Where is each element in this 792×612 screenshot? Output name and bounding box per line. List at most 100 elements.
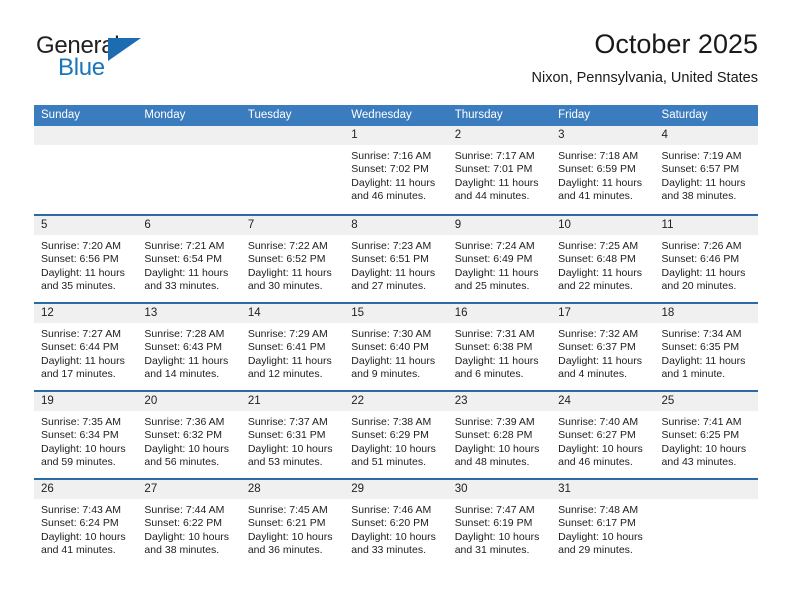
day-cell-9[interactable]: 9 Sunrise: 7:24 AM Sunset: 6:49 PM Daylight… xyxy=(447,216,552,302)
day-cell-30[interactable]: 30 Sunrise: 7:47 AM Sunset: 6:19 PM Dayligh… xyxy=(447,480,552,566)
day-cell-19[interactable]: 19 Sunrise: 7:35 AM Sunset: 6:34 PM Dayligh… xyxy=(34,392,138,478)
sunrise-text: Sunrise: 7:30 AM xyxy=(351,328,432,340)
daylight-text: Daylight: 10 hours and 51 minutes. xyxy=(351,442,436,469)
calendar-week-row: 19 Sunrise: 7:35 AM Sunset: 6:34 PM Dayligh… xyxy=(34,390,758,478)
day-cell-6[interactable]: 6 Sunrise: 7:21 AM Sunset: 6:54 PM Daylight… xyxy=(137,216,241,302)
day-number: 22 xyxy=(344,392,448,411)
day-details: Sunrise: 7:29 AM Sunset: 6:41 PM Daylight:… xyxy=(241,323,344,382)
daylight-text: Daylight: 11 hours and 25 minutes. xyxy=(454,266,539,293)
daylight-text: Daylight: 10 hours and 43 minutes. xyxy=(661,442,747,469)
day-number: 26 xyxy=(34,480,138,499)
sunrise-text: Sunrise: 7:16 AM xyxy=(351,150,432,162)
daylight-text: Daylight: 10 hours and 41 minutes. xyxy=(41,530,126,557)
calendar-week-row: 12 Sunrise: 7:27 AM Sunset: 6:44 PM Dayligh… xyxy=(34,302,758,390)
day-cell-4[interactable]: 4 Sunrise: 7:19 AM Sunset: 6:57 PM Daylight… xyxy=(654,126,758,214)
day-details: Sunrise: 7:46 AM Sunset: 6:20 PM Daylight:… xyxy=(344,499,447,558)
sunrise-text: Sunrise: 7:35 AM xyxy=(41,416,121,428)
sunrise-text: Sunrise: 7:39 AM xyxy=(454,416,535,428)
day-number: 23 xyxy=(447,392,552,411)
sunrise-text: Sunrise: 7:37 AM xyxy=(247,416,328,428)
day-cell-11[interactable]: 11 Sunrise: 7:26 AM Sunset: 6:46 PM Dayligh… xyxy=(654,216,758,302)
day-details: Sunrise: 7:28 AM Sunset: 6:43 PM Daylight:… xyxy=(137,323,240,382)
sunrise-text: Sunrise: 7:19 AM xyxy=(661,150,742,162)
day-cell-27[interactable]: 27 Sunrise: 7:44 AM Sunset: 6:22 PM Dayligh… xyxy=(137,480,241,566)
sunrise-text: Sunrise: 7:28 AM xyxy=(144,328,225,340)
day-cell-8[interactable]: 8 Sunrise: 7:23 AM Sunset: 6:51 PM Daylight… xyxy=(344,216,448,302)
day-cell-22[interactable]: 22 Sunrise: 7:38 AM Sunset: 6:29 PM Dayligh… xyxy=(344,392,448,478)
day-cell-20[interactable]: 20 Sunrise: 7:36 AM Sunset: 6:32 PM Dayligh… xyxy=(137,392,241,478)
daylight-text: Daylight: 10 hours and 53 minutes. xyxy=(247,442,333,469)
sunrise-text: Sunrise: 7:22 AM xyxy=(247,240,328,252)
day-cell-empty xyxy=(137,126,241,214)
weekday-header-friday: Friday xyxy=(558,109,591,121)
daylight-text: Daylight: 11 hours and 6 minutes. xyxy=(454,354,539,381)
day-cell-18[interactable]: 18 Sunrise: 7:34 AM Sunset: 6:35 PM Dayligh… xyxy=(654,304,758,390)
day-cell-23[interactable]: 23 Sunrise: 7:39 AM Sunset: 6:28 PM Dayligh… xyxy=(447,392,552,478)
day-number: 14 xyxy=(240,304,345,323)
day-cell-31[interactable]: 31 Sunrise: 7:48 AM Sunset: 6:17 PM Dayligh… xyxy=(551,480,655,566)
day-details: Sunrise: 7:22 AM Sunset: 6:52 PM Daylight:… xyxy=(241,235,344,294)
day-cell-16[interactable]: 16 Sunrise: 7:31 AM Sunset: 6:38 PM Dayligh… xyxy=(447,304,552,390)
day-cell-12[interactable]: 12 Sunrise: 7:27 AM Sunset: 6:44 PM Dayligh… xyxy=(34,304,138,390)
day-number: 1 xyxy=(344,126,448,145)
daylight-text: Daylight: 11 hours and 17 minutes. xyxy=(41,354,125,381)
day-details: Sunrise: 7:36 AM Sunset: 6:32 PM Daylight:… xyxy=(137,411,240,470)
daylight-text: Daylight: 11 hours and 38 minutes. xyxy=(661,176,746,203)
day-number: 28 xyxy=(240,480,345,499)
general-blue-logo[interactable]: General Blue xyxy=(36,32,166,84)
page-header: General Blue October 2025 Nixon, Pennsyl… xyxy=(0,0,792,86)
day-cell-26[interactable]: 26 Sunrise: 7:43 AM Sunset: 6:24 PM Dayligh… xyxy=(34,480,138,566)
day-cell-28[interactable]: 28 Sunrise: 7:45 AM Sunset: 6:21 PM Dayligh… xyxy=(240,480,345,566)
sunset-text: Sunset: 6:57 PM xyxy=(661,163,740,176)
sunrise-text: Sunrise: 7:23 AM xyxy=(351,240,432,252)
day-details: Sunrise: 7:43 AM Sunset: 6:24 PM Daylight:… xyxy=(34,499,137,558)
day-number: 4 xyxy=(654,126,758,145)
day-cell-3[interactable]: 3 Sunrise: 7:18 AM Sunset: 6:59 PM Daylight… xyxy=(551,126,655,214)
day-cell-17[interactable]: 17 Sunrise: 7:32 AM Sunset: 6:37 PM Dayligh… xyxy=(551,304,655,390)
day-cell-5[interactable]: 5 Sunrise: 7:20 AM Sunset: 6:56 PM Daylight… xyxy=(34,216,138,302)
sunset-text: Sunset: 6:35 PM xyxy=(661,341,740,354)
day-details: Sunrise: 7:48 AM Sunset: 6:17 PM Daylight:… xyxy=(551,499,654,558)
sunset-text: Sunset: 6:48 PM xyxy=(558,253,636,266)
day-details: Sunrise: 7:44 AM Sunset: 6:22 PM Daylight:… xyxy=(137,499,240,558)
day-cell-14[interactable]: 14 Sunrise: 7:29 AM Sunset: 6:41 PM Dayligh… xyxy=(240,304,345,390)
sunset-text: Sunset: 6:25 PM xyxy=(661,429,740,442)
logo-text-blue: Blue xyxy=(58,54,105,81)
day-details: Sunrise: 7:25 AM Sunset: 6:48 PM Daylight:… xyxy=(551,235,654,294)
daylight-text: Daylight: 11 hours and 14 minutes. xyxy=(144,354,229,381)
sunrise-text: Sunrise: 7:34 AM xyxy=(661,328,742,340)
daylight-text: Daylight: 10 hours and 38 minutes. xyxy=(144,530,230,557)
day-number: 17 xyxy=(551,304,655,323)
day-details: Sunrise: 7:24 AM Sunset: 6:49 PM Daylight:… xyxy=(448,235,551,294)
sunrise-text: Sunrise: 7:27 AM xyxy=(41,328,121,340)
calendar-week-row: 1 Sunrise: 7:16 AM Sunset: 7:02 PM Daylight… xyxy=(34,126,758,214)
day-cell-1[interactable]: 1 Sunrise: 7:16 AM Sunset: 7:02 PM Daylight… xyxy=(344,126,448,214)
location-subtitle: Nixon, Pennsylvania, United States xyxy=(531,70,759,86)
day-cell-21[interactable]: 21 Sunrise: 7:37 AM Sunset: 6:31 PM Dayligh… xyxy=(240,392,345,478)
day-cell-25[interactable]: 25 Sunrise: 7:41 AM Sunset: 6:25 PM Dayligh… xyxy=(654,392,758,478)
day-details: Sunrise: 7:38 AM Sunset: 6:29 PM Daylight:… xyxy=(344,411,447,470)
day-cell-2[interactable]: 2 Sunrise: 7:17 AM Sunset: 7:01 PM Daylight… xyxy=(447,126,552,214)
day-cell-13[interactable]: 13 Sunrise: 7:28 AM Sunset: 6:43 PM Dayligh… xyxy=(137,304,241,390)
sunset-text: Sunset: 6:44 PM xyxy=(41,341,119,354)
day-cell-24[interactable]: 24 Sunrise: 7:40 AM Sunset: 6:27 PM Dayligh… xyxy=(551,392,655,478)
daylight-text: Daylight: 11 hours and 1 minute. xyxy=(661,354,746,381)
day-cell-10[interactable]: 10 Sunrise: 7:25 AM Sunset: 6:48 PM Dayligh… xyxy=(551,216,655,302)
sunset-text: Sunset: 6:46 PM xyxy=(661,253,740,266)
sunset-text: Sunset: 6:19 PM xyxy=(454,517,533,530)
daylight-text: Daylight: 10 hours and 46 minutes. xyxy=(558,442,643,469)
sunrise-text: Sunrise: 7:20 AM xyxy=(41,240,121,252)
daylight-text: Daylight: 11 hours and 9 minutes. xyxy=(351,354,436,381)
sunrise-text: Sunrise: 7:21 AM xyxy=(144,240,225,252)
day-cell-29[interactable]: 29 Sunrise: 7:46 AM Sunset: 6:20 PM Dayligh… xyxy=(344,480,448,566)
day-number: 21 xyxy=(240,392,345,411)
day-number xyxy=(654,480,758,499)
sunrise-text: Sunrise: 7:40 AM xyxy=(558,416,639,428)
sunrise-text: Sunrise: 7:48 AM xyxy=(558,504,639,516)
day-number: 7 xyxy=(240,216,345,235)
day-details: Sunrise: 7:34 AM Sunset: 6:35 PM Daylight:… xyxy=(655,323,758,382)
daylight-text: Daylight: 11 hours and 12 minutes. xyxy=(247,354,332,381)
day-cell-15[interactable]: 15 Sunrise: 7:30 AM Sunset: 6:40 PM Dayligh… xyxy=(344,304,448,390)
calendar-weeks: 1 Sunrise: 7:16 AM Sunset: 7:02 PM Daylight… xyxy=(34,126,758,566)
day-cell-7[interactable]: 7 Sunrise: 7:22 AM Sunset: 6:52 PM Daylight… xyxy=(240,216,345,302)
